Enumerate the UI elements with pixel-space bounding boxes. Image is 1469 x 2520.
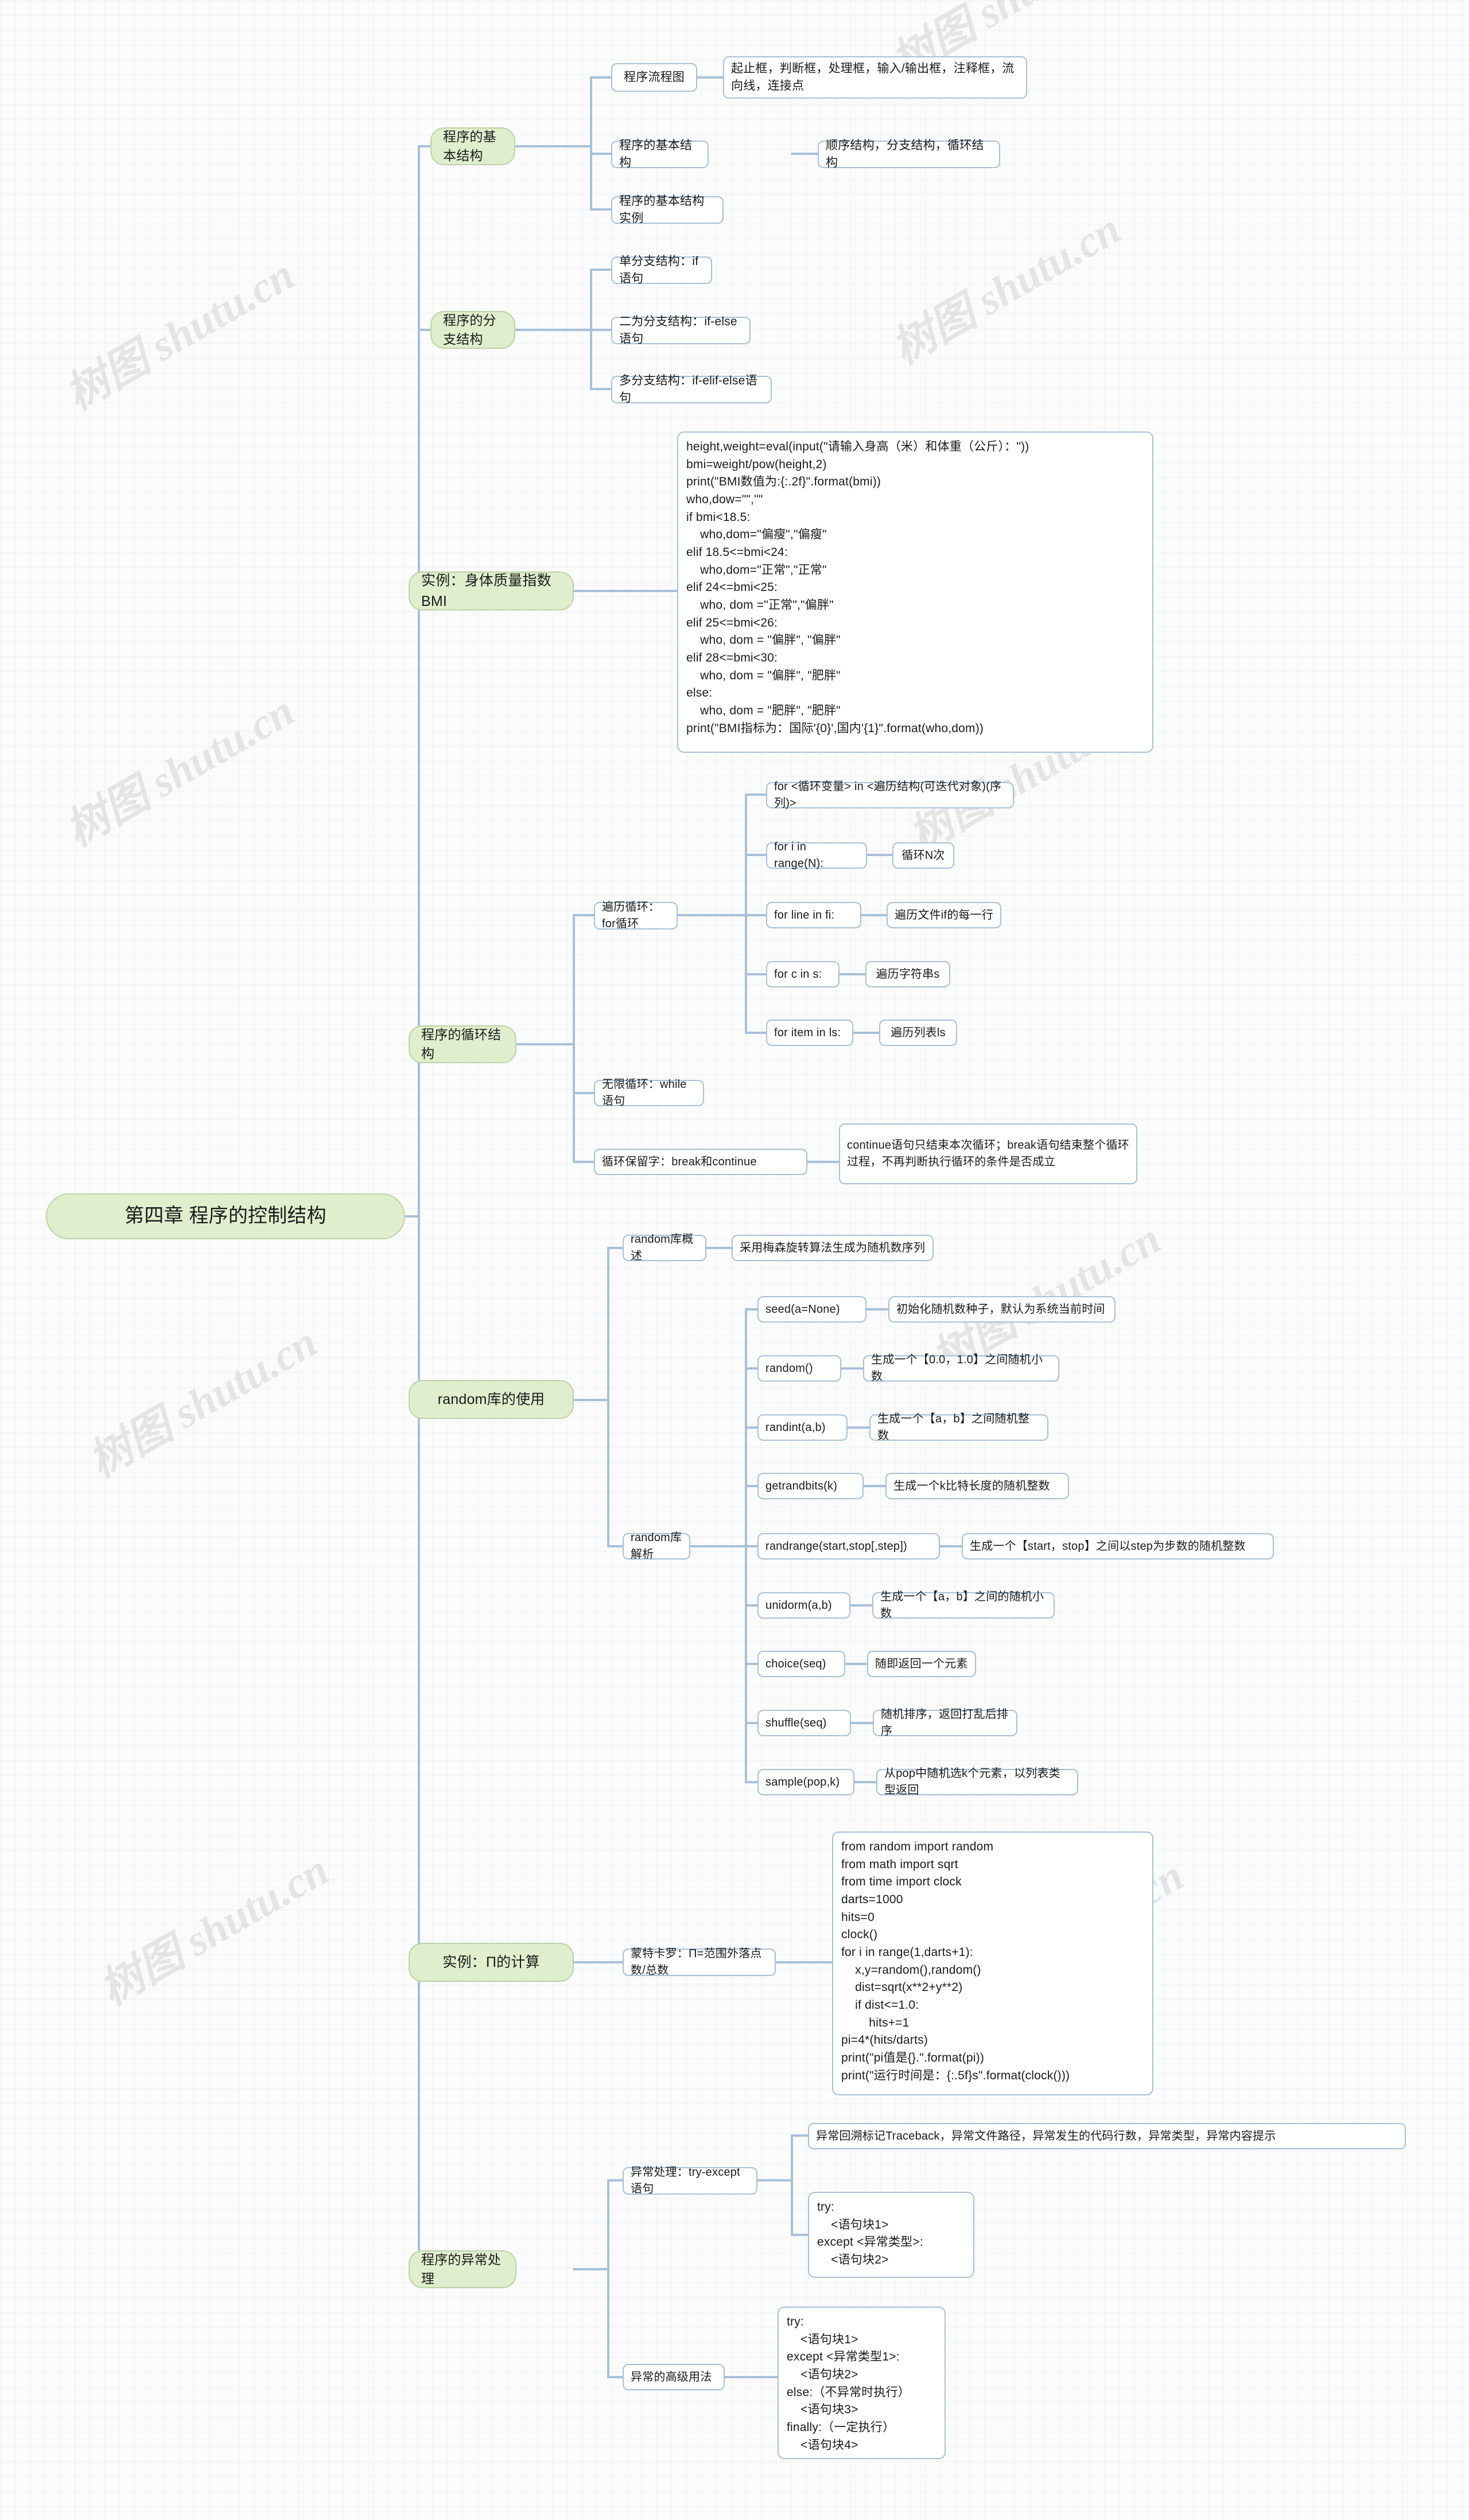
node-random-shuffle[interactable]: shuffle(seq) [757, 1710, 851, 1736]
branch-node-bmi-example[interactable]: 实例：身体质量指数BMI [409, 571, 574, 610]
node-random-uniform-detail[interactable]: 生成一个【a，b】之间的随机小数 [872, 1590, 1055, 1620]
node-random-randint-detail[interactable]: 生成一个【a，b】之间随机整数 [869, 1413, 1048, 1442]
node-try-except-code[interactable]: try: <语句块1> except <异常类型>: <语句块2> [808, 2192, 974, 2278]
node-for-list[interactable]: for item in ls: [766, 1020, 853, 1046]
node-for-file-detail[interactable]: 遍历文件if的每一行 [887, 902, 1001, 928]
node-for-range-detail[interactable]: 循环N次 [892, 842, 954, 869]
branch-node-pi-example[interactable]: 实例：Π的计算 [409, 1943, 574, 1982]
node-random-randint[interactable]: randint(a,b) [757, 1414, 848, 1441]
node-random-random[interactable]: random() [757, 1355, 841, 1382]
node-pi-code[interactable]: from random import random from math impo… [832, 1831, 1153, 2095]
node-random-shuffle-detail[interactable]: 随机排序，返回打乱后排序 [873, 1708, 1017, 1737]
node-random-choice[interactable]: choice(seq) [757, 1651, 845, 1677]
node-advanced-exception[interactable]: 异常的高级用法 [623, 2364, 725, 2390]
branch-node-random-library[interactable]: random库的使用 [409, 1380, 574, 1419]
node-for-string-detail[interactable]: 遍历字符串s [865, 961, 950, 987]
node-random-overview-detail[interactable]: 采用梅森旋转算法生成为随机数序列 [732, 1235, 934, 1261]
node-try-except[interactable]: 异常处理：try-except语句 [623, 2166, 757, 2195]
node-basic-structure-types-detail[interactable]: 顺序结构，分支结构，循环结构 [818, 139, 1000, 169]
node-single-branch[interactable]: 单分支结构：if语句 [611, 255, 712, 285]
node-random-getrandbits[interactable]: getrandbits(k) [757, 1473, 864, 1499]
node-advanced-exception-code[interactable]: try: <语句块1> except <异常类型1>: <语句块2> else:… [778, 2307, 946, 2459]
root-node[interactable]: 第四章 程序的控制结构 [46, 1193, 405, 1239]
node-loop-keywords[interactable]: 循环保留字：break和continue [594, 1149, 807, 1175]
branch-node-basic-structure[interactable]: 程序的基本结构 [430, 127, 515, 165]
node-random-random-detail[interactable]: 生成一个【0.0，1.0】之间随机小数 [863, 1354, 1059, 1383]
branch-node-branch-structure[interactable]: 程序的分支结构 [430, 311, 515, 349]
watermark: 树图 shutu.cn [57, 686, 302, 855]
node-for-list-detail[interactable]: 遍历列表ls [879, 1020, 957, 1046]
node-while-loop[interactable]: 无限循环：while语句 [594, 1078, 704, 1107]
node-random-seed-detail[interactable]: 初始化随机数种子，默认为系统当前时间 [888, 1296, 1116, 1323]
node-traceback-detail[interactable]: 异常回溯标记Traceback，异常文件路径，异常发生的代码行数，异常类型，异常… [808, 2123, 1406, 2149]
node-random-getrandbits-detail[interactable]: 生成一个k比特长度的随机整数 [885, 1473, 1069, 1499]
node-multi-branch[interactable]: 多分支结构：if-elif-else语句 [611, 374, 772, 405]
node-random-randrange[interactable]: randrange(start,stop[,step]) [757, 1533, 940, 1560]
node-bmi-code[interactable]: height,weight=eval(input("请输入身高（米）和体重（公斤… [677, 431, 1153, 753]
node-random-sample-detail[interactable]: 从pop中随机选k个元素，以列表类型返回 [876, 1767, 1078, 1796]
node-for-loop[interactable]: 遍历循环：for循环 [594, 901, 678, 930]
watermark: 树图 shutu.cn [92, 1845, 337, 2015]
node-double-branch[interactable]: 二为分支结构：if-else语句 [611, 315, 751, 345]
branch-node-loop-structure[interactable]: 程序的循环结构 [409, 1025, 516, 1063]
watermark: 树图 shutu.cn [884, 204, 1129, 374]
watermark: 树图 shutu.cn [57, 250, 302, 419]
node-for-string[interactable]: for c in s: [766, 961, 840, 987]
node-for-syntax[interactable]: for <循环变量> in <遍历结构(可迭代对象)(序列)> [766, 780, 1014, 810]
node-random-randrange-detail[interactable]: 生成一个【start，stop】之间以step为步数的随机整数 [962, 1533, 1274, 1560]
node-loop-keywords-detail[interactable]: continue语句只结束本次循环；break语句结束整个循环过程，不再判断执行… [839, 1123, 1137, 1184]
node-flowchart-detail[interactable]: 起止框，判断框，处理框，输入/输出框，注释框，流向线，连接点 [723, 56, 1027, 99]
node-random-analysis[interactable]: random库解析 [623, 1531, 690, 1561]
node-random-sample[interactable]: sample(pop,k) [757, 1769, 854, 1795]
node-for-range[interactable]: for i in range(N): [766, 841, 867, 870]
node-flowchart[interactable]: 程序流程图 [611, 63, 697, 92]
node-random-choice-detail[interactable]: 随即返回一个元素 [867, 1651, 976, 1677]
node-for-file[interactable]: for line in fi: [766, 902, 861, 928]
branch-node-exception-handling[interactable]: 程序的异常处理 [409, 2250, 516, 2288]
watermark: 树图 shutu.cn [80, 1317, 325, 1487]
node-basic-structure-types[interactable]: 程序的基本结构 [611, 139, 709, 169]
mindmap-canvas: 树图 shutu.cn 树图 shutu.cn 树图 shutu.cn 树图 s… [0, 0, 1469, 2520]
node-monte-carlo[interactable]: 蒙特卡罗：Π=范围外落点数/总数 [623, 1947, 776, 1977]
node-basic-structure-example[interactable]: 程序的基本结构实例 [611, 195, 724, 225]
node-random-seed[interactable]: seed(a=None) [757, 1296, 866, 1323]
node-random-uniform[interactable]: unidorm(a,b) [757, 1592, 850, 1619]
node-random-overview[interactable]: random库概述 [623, 1233, 706, 1262]
